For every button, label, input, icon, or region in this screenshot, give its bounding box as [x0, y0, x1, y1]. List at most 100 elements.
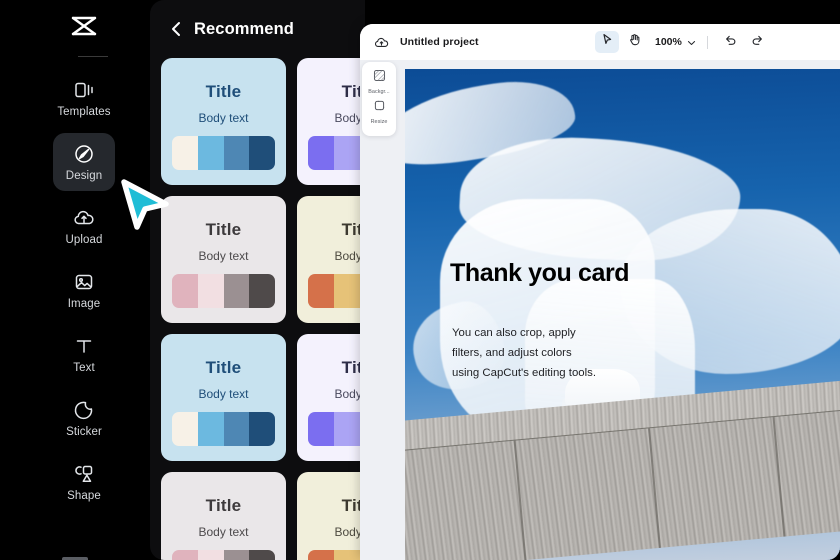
capcut-logo-icon [69, 15, 99, 42]
color-swatch [197, 550, 224, 560]
design-card-title: Title [205, 82, 242, 101]
design-card-body: Body text [198, 525, 249, 539]
recommend-panel: Recommend Title Body text Title Body text Ti… [150, 0, 365, 560]
design-card[interactable]: TitleBody text [161, 334, 286, 461]
design-card[interactable]: TitleBody text [297, 334, 365, 461]
color-swatch [197, 274, 224, 308]
color-swatch [249, 274, 275, 308]
canvas-heading-text[interactable]: Thank you card [450, 259, 630, 288]
sidebar-item-shape[interactable]: Shape [53, 453, 115, 511]
design-card[interactable]: TitleBody text [297, 58, 365, 185]
design-card-swatches [308, 412, 365, 446]
resize-button-label: Resize [370, 119, 388, 125]
color-swatch [249, 136, 275, 170]
color-swatch [333, 550, 360, 560]
sidebar-item-label: Shape [67, 489, 101, 502]
design-card-swatches [308, 136, 365, 170]
sidebar-item-label: Sticker [66, 425, 102, 438]
toolbar-tool-group: 100% [595, 24, 770, 60]
sidebar-item-upload[interactable]: Upload [53, 197, 115, 255]
color-swatch [333, 136, 360, 170]
design-canvas[interactable]: Thank you card You can also crop, apply … [405, 69, 840, 560]
sidebar-item-templates[interactable]: Templates [53, 69, 115, 127]
design-card-body: Body text [198, 249, 249, 263]
color-swatch [308, 550, 334, 560]
background-button-label: Backgr... [368, 89, 390, 95]
zoom-level-value: 100% [655, 36, 682, 48]
canvas-mini-toolbar: Backgr... Resize [362, 62, 396, 136]
design-card-swatches [172, 136, 275, 170]
sidebar-item-label: Image [67, 297, 101, 310]
color-swatch [172, 136, 198, 170]
background-button[interactable]: Backgr... [363, 69, 395, 95]
redo-button[interactable] [746, 31, 770, 53]
chevron-left-icon[interactable] [169, 20, 183, 38]
panel-title: Recommend [194, 19, 294, 38]
sidebar-item-image[interactable]: Image [53, 261, 115, 319]
image-picture-icon [72, 270, 96, 294]
rail-divider [78, 56, 108, 57]
color-swatch [172, 274, 198, 308]
project-name[interactable]: Untitled project [400, 36, 479, 48]
sidebar-item-label: Upload [65, 233, 103, 246]
redo-arrow-icon [751, 33, 764, 51]
design-card[interactable]: Title Body text [161, 196, 286, 323]
design-card-body: Body text [198, 111, 249, 125]
color-swatch [197, 136, 224, 170]
cloud-save-icon[interactable] [374, 36, 389, 49]
toolbar-divider [706, 35, 708, 49]
wall-joint [772, 416, 786, 537]
color-swatch [333, 412, 360, 446]
editor-window: Untitled project 100% Backgr... Resize T… [360, 24, 840, 560]
cursor-select-tool-button[interactable] [595, 31, 619, 53]
app-window: Templates Design Upload Image Text Stick… [0, 0, 840, 560]
color-swatch [223, 274, 250, 308]
color-swatch [223, 550, 250, 560]
sidebar-item-label: Design [65, 169, 103, 182]
color-swatch [223, 412, 250, 446]
design-card[interactable]: TitleBody text [297, 196, 365, 323]
design-card-title: Title [205, 496, 242, 515]
hand-pan-tool-button[interactable] [622, 31, 646, 53]
color-swatch [249, 550, 275, 560]
sidebar-item-design[interactable]: Design [53, 133, 115, 191]
design-card-swatches [308, 274, 365, 308]
templates-icon [72, 78, 96, 102]
color-swatch [223, 136, 250, 170]
text-t-icon [72, 334, 96, 358]
design-card-swatches [172, 550, 275, 560]
shape-icon [72, 462, 96, 486]
color-swatch [333, 274, 360, 308]
editor-toolbar: Untitled project 100% [360, 24, 840, 60]
wall-joint [513, 440, 527, 560]
sidebar-item-label: Templates [57, 105, 111, 118]
design-card[interactable]: Title Body text [161, 58, 286, 185]
undo-arrow-icon [724, 33, 737, 51]
design-card-body: Body text [198, 387, 249, 401]
color-swatch [308, 412, 334, 446]
upload-cloud-icon [72, 206, 96, 230]
sticker-icon [72, 398, 96, 422]
color-swatch [197, 412, 224, 446]
capcut-logo[interactable] [0, 0, 150, 56]
canvas-body-text[interactable]: You can also crop, apply filters, and ad… [452, 324, 597, 384]
sidebar-item-sticker[interactable]: Sticker [53, 389, 115, 447]
undo-button[interactable] [719, 31, 743, 53]
background-checker-icon [373, 69, 386, 87]
color-swatch [308, 274, 334, 308]
sidebar-item-label: Text [73, 361, 95, 374]
design-card-swatches [172, 274, 275, 308]
chevron-down-icon [687, 33, 696, 51]
wall-joint [648, 428, 661, 548]
color-swatch [249, 412, 275, 446]
sidebar-item-text[interactable]: Text [53, 325, 115, 383]
color-swatch [172, 412, 198, 446]
resize-button[interactable]: Resize [363, 99, 395, 125]
design-card-swatches [308, 550, 365, 560]
design-card[interactable]: Title Body text [161, 472, 286, 560]
resize-crop-icon [373, 99, 386, 117]
zoom-control[interactable]: 100% [655, 33, 696, 51]
design-card[interactable]: TitleBody text [297, 472, 365, 560]
left-nav-rail: Templates Design Upload Image Text Stick… [0, 0, 150, 560]
design-card-title: Title [205, 220, 242, 239]
